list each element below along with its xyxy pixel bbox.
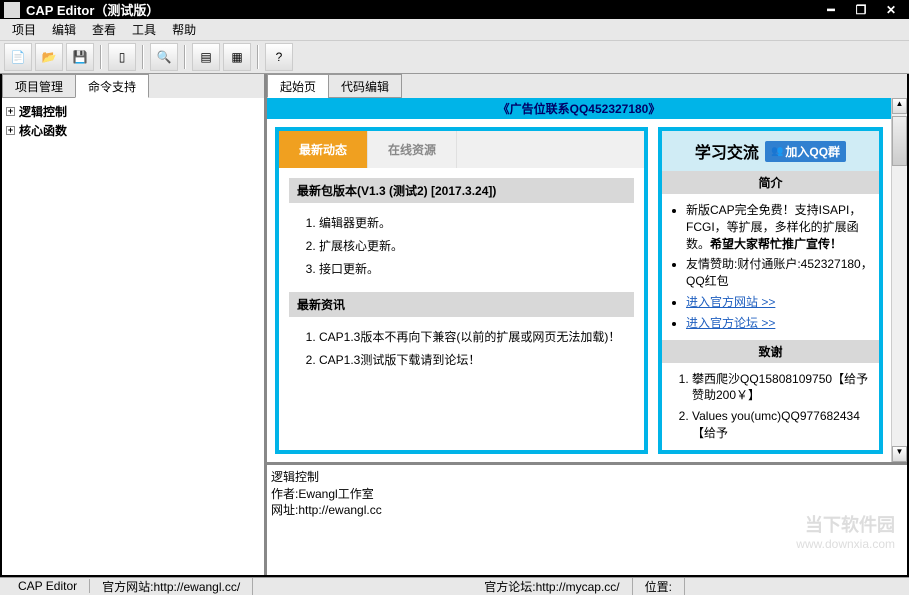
tree-item-logic[interactable]: + 逻辑控制 [6, 102, 260, 121]
list-item: 编辑器更新。 [319, 211, 634, 234]
menubar: 项目 编辑 查看 工具 帮助 [0, 19, 909, 41]
list-item: 友情赞助:财付通账户:452327180，QQ红包 [686, 254, 875, 292]
open-icon[interactable]: 📂 [35, 43, 63, 71]
view1-icon[interactable]: ▤ [192, 43, 220, 71]
search-icon[interactable]: 🔍 [150, 43, 178, 71]
page-icon[interactable]: ▯ [108, 43, 136, 71]
tab-online-res[interactable]: 在线资源 [368, 131, 457, 168]
info-line: 逻辑控制 [271, 469, 903, 486]
menu-view[interactable]: 查看 [84, 19, 124, 40]
start-page: 《广告位联系QQ452327180》 最新动态 在线资源 最新包版本(V1.3 … [267, 98, 891, 462]
info-line: 网址:http://ewangl.cc [271, 502, 903, 519]
list-item: Values you(umc)QQ977682434【给予 [692, 406, 875, 444]
list-item: 攀西爬沙QQ15808109750【给予赞助200￥】 [692, 369, 875, 407]
scroll-up-icon[interactable]: ▲ [892, 98, 907, 114]
vertical-scrollbar[interactable]: ▲ ▼ [891, 98, 907, 462]
scroll-thumb[interactable] [892, 116, 907, 166]
statusbar: CAP Editor 官方网站:http://ewangl.cc/ 官方论坛:h… [0, 577, 909, 595]
expand-icon[interactable]: + [6, 126, 15, 135]
menu-help[interactable]: 帮助 [164, 19, 204, 40]
list-item: CAP1.3版本不再向下兼容(以前的扩展或网页无法加载)！ [319, 325, 634, 348]
join-qq-button[interactable]: 👥加入QQ群 [765, 141, 846, 162]
window-title: CAP Editor（测试版） [26, 0, 817, 19]
tab-latest-news[interactable]: 最新动态 [279, 131, 368, 168]
menu-project[interactable]: 项目 [4, 19, 44, 40]
minimize-button[interactable]: ━ [817, 1, 845, 19]
list-item: 扩展核心更新。 [319, 234, 634, 257]
titlebar: CAP Editor（测试版） ━ ❐ ✕ [0, 0, 909, 19]
list-item: 新版CAP完全免费！支持ISAPI，FCGI，等扩展，多样化的扩展函数。希望大家… [686, 200, 875, 254]
side-intro-header: 简介 [662, 171, 879, 194]
tab-code-edit[interactable]: 代码编辑 [328, 74, 402, 98]
info-panel: 逻辑控制 作者:Ewangl工作室 网址:http://ewangl.cc [267, 465, 907, 575]
tree-view: + 逻辑控制 + 核心函数 [2, 98, 264, 575]
tab-project-manage[interactable]: 项目管理 [2, 74, 76, 98]
close-button[interactable]: ✕ [877, 1, 905, 19]
tab-command-support[interactable]: 命令支持 [75, 74, 149, 98]
ad-banner: 《广告位联系QQ452327180》 [267, 98, 891, 119]
tab-start-page[interactable]: 起始页 [267, 74, 329, 98]
section-version: 最新包版本(V1.3 (测试2) [2017.3.24]) [289, 178, 634, 203]
tree-item-core[interactable]: + 核心函数 [6, 121, 260, 140]
list-item: CAP1.3测试版下载请到论坛！ [319, 348, 634, 371]
scroll-down-icon[interactable]: ▼ [892, 446, 907, 462]
status-forum: 官方论坛:http://mycap.cc/ [472, 578, 632, 595]
left-panel: 项目管理 命令支持 + 逻辑控制 + 核心函数 [2, 74, 267, 575]
list-item: 进入官方论坛 >> [686, 313, 875, 334]
list-item: 进入官方网站 >> [686, 292, 875, 313]
expand-icon[interactable]: + [6, 107, 15, 116]
menu-edit[interactable]: 编辑 [44, 19, 84, 40]
new-icon[interactable]: 📄 [4, 43, 32, 71]
help-icon[interactable]: ? [265, 43, 293, 71]
status-site: 官方网站:http://ewangl.cc/ [90, 578, 253, 595]
maximize-button[interactable]: ❐ [847, 1, 875, 19]
list-item: 接口更新。 [319, 257, 634, 280]
info-line: 作者:Ewangl工作室 [271, 486, 903, 503]
save-icon[interactable]: 💾 [66, 43, 94, 71]
toolbar: 📄📂💾 ▯ 🔍 ▤▦? [0, 41, 909, 74]
side-thanks-header: 致谢 [662, 340, 879, 363]
status-pos: 位置: [633, 578, 685, 595]
menu-tools[interactable]: 工具 [124, 19, 164, 40]
app-icon [4, 2, 20, 18]
section-news: 最新资讯 [289, 292, 634, 317]
status-app: CAP Editor [6, 579, 90, 593]
side-title: 学习交流 👥加入QQ群 [662, 131, 879, 171]
view2-icon[interactable]: ▦ [223, 43, 251, 71]
